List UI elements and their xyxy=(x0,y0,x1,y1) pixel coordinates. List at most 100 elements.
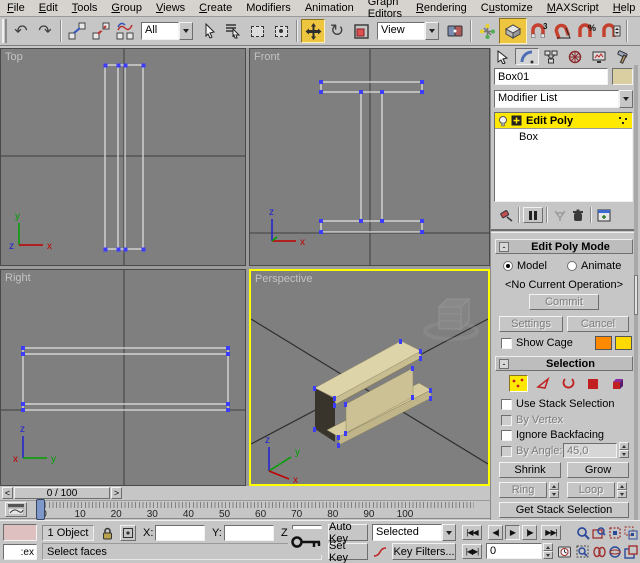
tab-modify-icon[interactable] xyxy=(515,48,539,65)
zoom-extents-all-icon[interactable] xyxy=(623,525,638,540)
scrollbar-thumb[interactable] xyxy=(634,275,638,315)
tab-create-icon[interactable] xyxy=(491,48,515,65)
select-and-scale-icon[interactable] xyxy=(349,19,373,43)
collapse-icon[interactable]: - xyxy=(499,242,509,252)
menu-customize[interactable]: Customize xyxy=(474,0,540,16)
menu-modifiers[interactable]: Modifiers xyxy=(239,0,298,16)
spinner-snap-icon[interactable] xyxy=(599,19,623,43)
viewport-label-top[interactable]: Top xyxy=(5,51,23,63)
snaps-toggle-icon[interactable] xyxy=(499,18,527,44)
zoom-all-icon[interactable] xyxy=(591,525,606,540)
default-in-out-tangents-icon[interactable] xyxy=(372,545,388,559)
stack-item-box[interactable]: Box xyxy=(495,129,632,144)
viewport-label-right[interactable]: Right xyxy=(5,272,31,284)
lightbulb-icon[interactable] xyxy=(497,115,509,127)
settings-button[interactable]: Settings xyxy=(499,316,563,332)
undo-icon[interactable]: ↶ xyxy=(9,19,33,43)
modifier-list-dropdown[interactable]: Modifier List xyxy=(494,90,633,108)
set-key-mode-key-icon[interactable] xyxy=(288,529,324,555)
cancel-button[interactable]: Cancel xyxy=(567,316,629,332)
use-pivot-point-center-icon[interactable] xyxy=(443,19,467,43)
key-filters-button[interactable]: Key Filters... xyxy=(392,543,456,560)
y-coord-field[interactable] xyxy=(224,525,274,541)
select-and-rotate-icon[interactable]: ↻ xyxy=(325,19,349,43)
menu-maxscript[interactable]: MAXScript xyxy=(540,0,606,16)
menu-create[interactable]: Create xyxy=(192,0,239,16)
key-mode-toggle-button[interactable]: |◀▶| xyxy=(462,544,482,559)
tab-motion-icon[interactable] xyxy=(563,48,587,65)
tab-utilities-icon[interactable] xyxy=(611,48,635,65)
by-angle-checkbox[interactable]: By Angle: xyxy=(501,445,562,457)
x-coord-field[interactable] xyxy=(155,525,205,541)
percent-snap-icon[interactable]: % xyxy=(575,19,599,43)
radio-model[interactable]: Model xyxy=(503,260,547,272)
zoom-region-icon[interactable] xyxy=(575,544,590,559)
menu-group[interactable]: Group xyxy=(104,0,149,16)
zoom-icon[interactable] xyxy=(575,525,590,540)
viewport-right[interactable]: z y x Right xyxy=(0,269,246,486)
radio-animate[interactable]: Animate xyxy=(567,260,621,272)
grow-button[interactable]: Grow xyxy=(567,462,629,478)
element-subobject-icon[interactable] xyxy=(609,375,628,392)
object-color-swatch[interactable] xyxy=(612,68,633,85)
toolbar-drag-handle[interactable] xyxy=(2,19,7,43)
viewport-label-perspective[interactable]: Perspective xyxy=(255,273,312,285)
select-and-manipulate-icon[interactable] xyxy=(475,19,499,43)
rollout-selection-header[interactable]: - Selection xyxy=(495,356,633,371)
show-end-result-icon[interactable] xyxy=(523,207,543,223)
menu-views[interactable]: Views xyxy=(149,0,192,16)
mini-curve-editor-icon[interactable] xyxy=(5,502,27,517)
object-name-field[interactable]: Box01 xyxy=(494,68,608,85)
by-angle-field[interactable]: 45,0 xyxy=(563,443,617,458)
selection-lock-icon[interactable] xyxy=(99,525,115,541)
next-frame-button[interactable]: |▶ xyxy=(522,525,537,540)
configure-modifier-sets-icon[interactable] xyxy=(595,207,613,223)
menu-help[interactable]: Help xyxy=(606,0,640,16)
menu-file[interactable]: File xyxy=(0,0,32,16)
use-stack-selection-checkbox[interactable]: Use Stack Selection xyxy=(501,398,614,410)
rectangular-selection-region-icon[interactable] xyxy=(245,19,269,43)
unlink-selection-icon[interactable] xyxy=(89,19,113,43)
goto-end-button[interactable]: ▶▶| xyxy=(541,525,561,540)
select-and-link-icon[interactable] xyxy=(65,19,89,43)
commit-button[interactable]: Commit xyxy=(529,294,599,310)
maximize-viewport-toggle-icon[interactable] xyxy=(623,544,638,559)
loop-spinner[interactable] xyxy=(617,482,627,498)
selection-set-arrow-icon[interactable] xyxy=(442,524,456,541)
get-stack-selection-button[interactable]: Get Stack Selection xyxy=(499,502,629,518)
command-panel-scrollbar[interactable] xyxy=(634,65,638,520)
viewport-perspective[interactable]: z y x Perspective xyxy=(249,269,490,486)
expand-subobjects-icon[interactable] xyxy=(511,115,522,126)
viewport-top[interactable]: y x z Top xyxy=(0,48,246,266)
by-vertex-checkbox[interactable]: By Vertex xyxy=(501,414,563,426)
menu-tools[interactable]: Tools xyxy=(65,0,105,16)
collapse-icon[interactable]: - xyxy=(499,359,509,369)
viewport-label-front[interactable]: Front xyxy=(254,51,280,63)
absolute-offset-toggle-icon[interactable] xyxy=(120,525,136,541)
vertex-subobject-level-icon[interactable] xyxy=(618,116,628,125)
time-slider-frame-marker[interactable] xyxy=(36,499,45,520)
maxscript-listener-pane[interactable]: :ex xyxy=(3,544,37,560)
viewport-front[interactable]: z x Front xyxy=(249,48,490,266)
border-subobject-icon[interactable] xyxy=(559,375,578,392)
stack-item-edit-poly[interactable]: Edit Poly xyxy=(495,113,632,129)
previous-frame-button[interactable]: ◀| xyxy=(488,525,503,540)
play-button[interactable]: ▶ xyxy=(505,525,520,540)
ring-spinner[interactable] xyxy=(549,482,559,498)
selection-filter-dropdown[interactable]: All xyxy=(141,22,193,40)
shrink-button[interactable]: Shrink xyxy=(499,462,561,478)
snap-3d-icon[interactable]: 3 xyxy=(527,19,551,43)
reference-coordinate-dropdown[interactable]: View xyxy=(377,22,439,40)
set-key-button[interactable]: Set Key xyxy=(328,543,368,560)
make-unique-icon[interactable] xyxy=(551,207,569,223)
select-by-name-icon[interactable] xyxy=(221,19,245,43)
arc-rotate-icon[interactable] xyxy=(607,544,622,559)
zoom-extents-icon[interactable] xyxy=(607,525,622,540)
tab-hierarchy-icon[interactable] xyxy=(539,48,563,65)
selection-set-dropdown[interactable]: Selected xyxy=(372,524,456,541)
goto-start-button[interactable]: |◀◀ xyxy=(462,525,482,540)
cage-color-swatch[interactable] xyxy=(595,336,612,350)
cage-selected-color-swatch[interactable] xyxy=(615,336,632,350)
time-prev-button[interactable]: < xyxy=(2,487,13,499)
ignore-backfacing-checkbox[interactable]: Ignore Backfacing xyxy=(501,429,604,441)
